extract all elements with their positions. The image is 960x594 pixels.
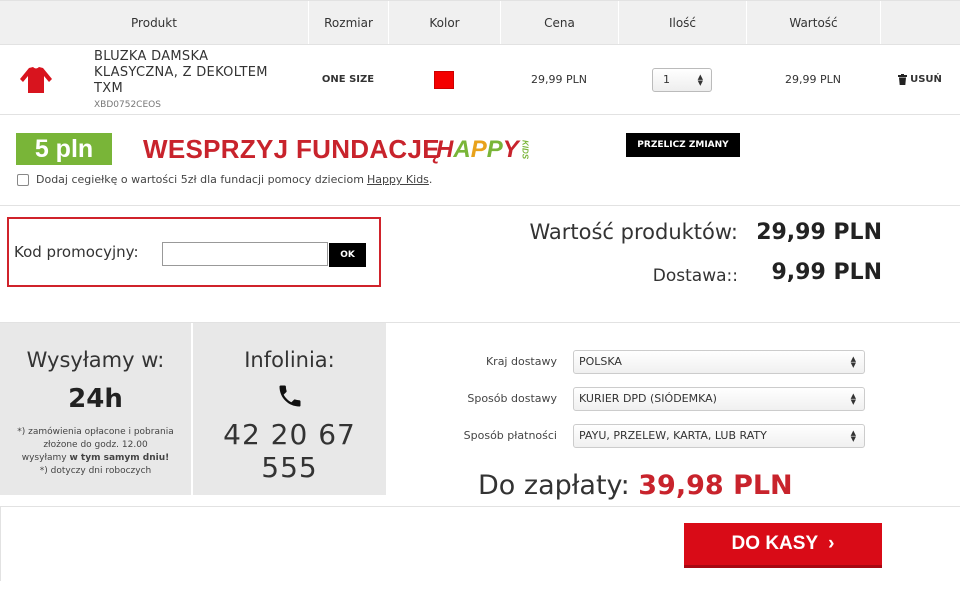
remove-label: USUŃ [910,74,942,85]
hotline-title: Infolinia: [244,348,335,372]
shipping-note-line4: *) dotyczy dni roboczych [39,466,152,476]
donation-section: 5 pln WESPRZYJ FUNDACJĘ H A P P Y KIDS P… [0,121,960,206]
header-quantity: Ilość [618,1,746,44]
size-cell: ONE SIZE [308,45,388,114]
select-arrows-icon: ▲ ▼ [697,72,703,87]
delivery-label: Dostawa:: [652,266,738,286]
shipping-note-line3-bold: w tym samym dniu! [69,453,170,463]
shipping-note-line3-pre: wysyłamy [21,453,70,463]
bottom-divider [0,506,960,507]
price-cell: 29,99 PLN [500,45,618,114]
order-options: Kraj dostawy POLSKA ▲ ▼ Sposób dostawy KU… [450,343,865,454]
select-arrows-icon: ▲ ▼ [850,428,856,443]
promo-label: Kod promocyjny: [14,243,139,261]
header-size: Rozmiar [308,1,388,44]
left-border [0,506,1,581]
logo-sub: KIDS [520,140,530,160]
products-total-value: 29,99 PLN [756,220,882,245]
header-actions [880,1,960,44]
donation-checkbox-suffix: . [428,173,433,186]
checkout-button[interactable]: DO KASY › [684,523,882,568]
shipping-note-line1: *) zamówienia opłacone i pobrania [17,427,174,437]
payment-method-row: Sposób płatności PAYU, PRZELEW, KARTA, L… [450,417,865,454]
product-info: BLUZKA DAMSKA KLASYCZNA, Z DEKOLTEM TXM … [94,49,268,110]
totals: Wartość produktów: 29,99 PLN Dostawa:: 9… [480,220,882,300]
product-name-line2[interactable]: KLASYCZNA, Z DEKOLTEM [94,65,268,81]
delivery-method-value: KURIER DPD (SIÓDEMKA) [579,392,717,405]
payment-method-select[interactable]: PAYU, PRZELEW, KARTA, LUB RATY ▲ ▼ [573,423,865,448]
donation-badge: 5 pln [16,133,112,165]
logo-letter: Y [502,136,519,163]
value-cell: 29,99 PLN [746,45,880,114]
remove-button[interactable]: USUŃ [898,74,942,85]
happy-kids-logo: H A P P Y KIDS [436,135,530,165]
header-color: Kolor [388,1,500,44]
product-cell: BLUZKA DAMSKA KLASYCZNA, Z DEKOLTEM TXM … [0,45,308,114]
remove-cell: USUŃ [880,45,960,114]
country-row: Kraj dostawy POLSKA ▲ ▼ [450,343,865,380]
promo-code-box: Kod promocyjny: OK [7,217,381,287]
product-name-line1[interactable]: BLUZKA DAMSKA [94,49,268,65]
logo-letter: P [486,136,503,163]
happy-kids-link[interactable]: Happy Kids [367,173,429,186]
hotline-number[interactable]: 42 20 67 555 [193,418,386,484]
payment-method-value: PAYU, PRZELEW, KARTA, LUB RATY [579,429,767,442]
phone-icon [193,382,386,410]
hotline-box: Infolinia: 42 20 67 555 [193,323,386,495]
country-label: Kraj dostawy [485,355,557,368]
table-row: BLUZKA DAMSKA KLASYCZNA, Z DEKOLTEM TXM … [0,45,960,115]
country-value: POLSKA [579,355,622,368]
shipping-note: *) zamówienia opłacone i pobrania złożon… [0,426,191,478]
product-thumbnail[interactable] [18,65,54,95]
donation-title: WESPRZYJ FUNDACJĘ [143,133,440,164]
shipping-info-box: Wysyłamy w: 24h *) zamówienia opłacone i… [0,323,191,495]
country-select[interactable]: POLSKA ▲ ▼ [573,349,865,374]
logo-letter: P [470,136,487,163]
payment-method-label: Sposób płatności [463,429,557,442]
amount-due-value: 39,98 PLN [638,470,793,501]
color-swatch [434,70,454,89]
donation-checkbox-row: Dodaj cegiełkę o wartości 5zł dla fundac… [17,173,432,186]
shipping-hours: 24h [68,384,123,414]
header-value: Wartość [746,1,880,44]
products-total-row: Wartość produktów: 29,99 PLN [480,220,882,260]
quantity-value: 1 [663,73,670,86]
select-arrows-icon: ▲ ▼ [850,354,856,369]
trash-icon [898,74,908,85]
promo-ok-button[interactable]: OK [329,243,366,267]
delivery-method-label: Sposób dostawy [467,392,557,405]
amount-due-label: Do zapłaty: [478,470,630,501]
color-cell [388,45,500,114]
chevron-right-icon: › [828,533,835,554]
shipping-title: Wysyłamy w: [26,348,165,372]
header-product: Produkt [131,15,177,30]
checkout-label: DO KASY [731,533,819,554]
amount-due: Do zapłaty: 39,98 PLN [478,470,793,501]
shipping-note-line3: wysyłamy w tym samym dniu! [0,452,191,465]
recalculate-button[interactable]: PRZELICZ ZMIANY [626,133,740,157]
product-sku: XBD0752CEOS [94,100,161,110]
header-price: Cena [500,1,618,44]
logo-letter: A [453,136,471,163]
delivery-method-select[interactable]: KURIER DPD (SIÓDEMKA) ▲ ▼ [573,386,865,411]
product-size: ONE SIZE [321,74,375,85]
donation-checkbox[interactable] [17,173,29,186]
select-arrows-icon: ▲ ▼ [850,391,856,406]
cart-table: Produkt Rozmiar Kolor Cena Ilość Wartość… [0,0,960,115]
cart-header: Produkt Rozmiar Kolor Cena Ilość Wartość [0,0,960,45]
quantity-cell: 1 ▲ ▼ [618,45,746,114]
delivery-row: Dostawa:: 9,99 PLN [480,260,882,300]
donation-checkbox-text: Dodaj cegiełkę o wartości 5zł dla fundac… [36,173,364,186]
shipping-note-line2: złożone do godz. 12.00 [43,440,148,450]
product-value: 29,99 PLN [785,73,841,86]
delivery-value: 9,99 PLN [771,260,883,285]
delivery-method-row: Sposób dostawy KURIER DPD (SIÓDEMKA) ▲ ▼ [450,380,865,417]
promo-code-input[interactable] [162,242,328,266]
quantity-select[interactable]: 1 ▲ ▼ [652,67,712,92]
logo-letter: H [436,136,454,163]
products-total-label: Wartość produktów: [529,220,738,244]
product-price: 29,99 PLN [531,73,587,86]
product-name-line3[interactable]: TXM [94,81,268,97]
